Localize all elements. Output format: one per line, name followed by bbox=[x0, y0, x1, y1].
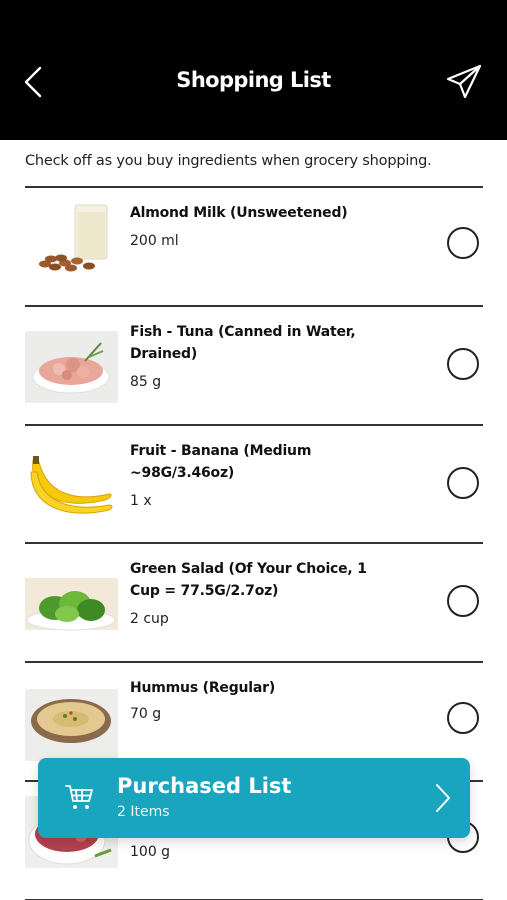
list-item: Fruit - Banana (Medium ~98G/3.46oz) 1 x bbox=[25, 426, 483, 543]
item-checkbox[interactable] bbox=[447, 347, 479, 380]
item-quantity: 100 g bbox=[130, 843, 171, 860]
almond-milk-image bbox=[25, 200, 118, 272]
item-checkbox[interactable] bbox=[447, 702, 479, 735]
item-quantity: 85 g bbox=[130, 373, 162, 390]
item-quantity: 70 g bbox=[130, 706, 162, 723]
hummus-image bbox=[25, 689, 118, 762]
cart-icon bbox=[65, 785, 93, 809]
item-name: Green Salad (Of Your Choice, 1 Cup = 77.… bbox=[130, 561, 367, 600]
tuna-image bbox=[25, 330, 118, 403]
purchased-list-button[interactable]: Purchased List 2 Items bbox=[38, 758, 470, 838]
app-header: Shopping List bbox=[0, 0, 507, 140]
page-title: Shopping List bbox=[176, 68, 331, 92]
chevron-right-icon bbox=[436, 784, 450, 812]
item-name: Fish - Tuna (Canned in Water, Drained) bbox=[130, 323, 356, 362]
list-item: Green Salad (Of Your Choice, 1 Cup = 77.… bbox=[25, 544, 483, 661]
purchased-count: 2 Items bbox=[117, 804, 170, 820]
send-button[interactable] bbox=[444, 62, 484, 102]
item-name: Hummus (Regular) bbox=[130, 680, 276, 697]
paper-plane-icon bbox=[446, 64, 482, 99]
item-checkbox[interactable] bbox=[447, 466, 479, 499]
item-checkbox[interactable] bbox=[447, 585, 479, 618]
purchased-list-title: Purchased List bbox=[117, 774, 292, 798]
list-item: Almond Milk (Unsweetened) 200 ml bbox=[25, 188, 483, 305]
item-checkbox[interactable] bbox=[447, 227, 479, 259]
item-quantity: 1 x bbox=[130, 492, 152, 509]
banana-image bbox=[25, 449, 118, 522]
item-quantity: 200 ml bbox=[130, 233, 179, 249]
list-item: Fish - Tuna (Canned in Water, Drained) 8… bbox=[25, 307, 483, 424]
intro-text: Check off as you buy ingredients when gr… bbox=[25, 153, 432, 169]
item-name: Almond Milk (Unsweetened) bbox=[130, 205, 348, 221]
item-name: Fruit - Banana (Medium ~98G/3.46oz) bbox=[130, 442, 312, 481]
salad-image bbox=[25, 568, 118, 641]
item-quantity: 2 cup bbox=[130, 611, 169, 628]
